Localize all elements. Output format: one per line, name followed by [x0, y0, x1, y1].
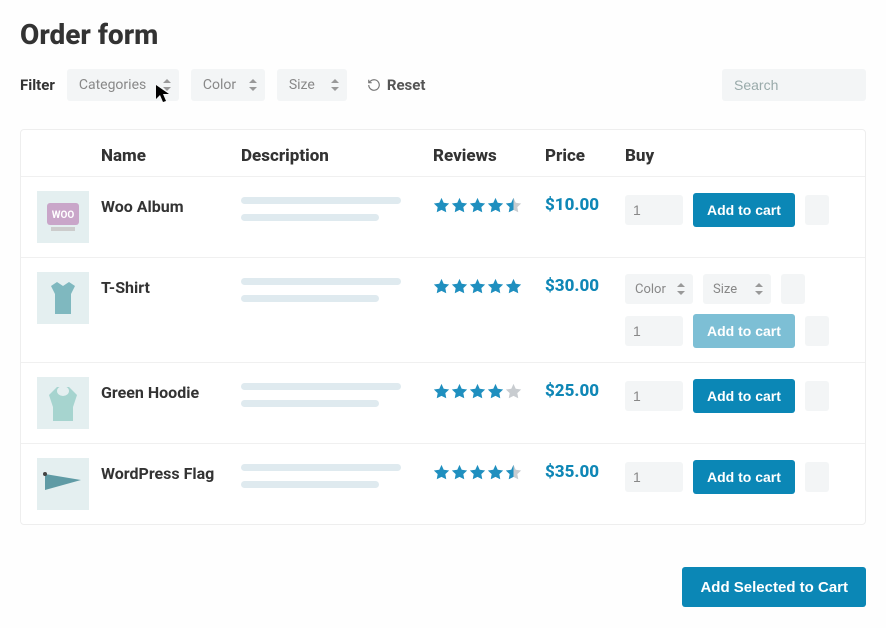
- buy-controls: Add to cart: [625, 458, 849, 494]
- column-description: Description: [241, 146, 433, 166]
- variant-color-text: Color: [635, 282, 666, 297]
- star-icon: [487, 383, 504, 400]
- product-price: $35.00: [545, 458, 625, 482]
- filter-size-text: Size: [289, 77, 315, 93]
- svg-text:WOO: WOO: [52, 210, 75, 221]
- product-thumb-icon: [37, 272, 89, 324]
- search-input[interactable]: [722, 69, 866, 101]
- filter-categories-select[interactable]: Categories: [67, 69, 179, 101]
- rating-stars: [433, 272, 545, 295]
- star-icon: [451, 383, 468, 400]
- star-icon: [433, 464, 450, 481]
- page-title: Order form: [20, 18, 866, 51]
- filter-categories-text: Categories: [79, 77, 146, 93]
- star-icon: [433, 278, 450, 295]
- column-price: Price: [545, 146, 625, 166]
- add-to-cart-button[interactable]: Add to cart: [693, 193, 795, 227]
- quantity-input[interactable]: [625, 462, 683, 492]
- table-header: Name Description Reviews Price Buy: [21, 130, 865, 176]
- product-description: [241, 272, 433, 312]
- star-icon: [469, 197, 486, 214]
- product-price: $10.00: [545, 191, 625, 215]
- star-icon: [469, 278, 486, 295]
- product-thumb-icon: [37, 377, 89, 429]
- filter-bar: Filter Categories Color Size Reset: [20, 69, 866, 101]
- star-icon: [505, 383, 522, 400]
- table-row: T-Shirt $30.00 Color Size Add to cart: [21, 257, 865, 362]
- star-icon: [487, 197, 504, 214]
- product-description: [241, 458, 433, 498]
- product-thumb-icon: [37, 458, 89, 510]
- rating-stars: [433, 458, 545, 481]
- add-to-cart-button[interactable]: Add to cart: [693, 460, 795, 494]
- caret-icon: [331, 79, 339, 91]
- star-icon: [505, 464, 522, 481]
- filter-size-select[interactable]: Size: [277, 69, 347, 101]
- star-icon: [433, 383, 450, 400]
- star-icon: [451, 464, 468, 481]
- reset-label: Reset: [387, 76, 426, 94]
- product-description: [241, 377, 433, 417]
- rating-stars: [433, 191, 545, 214]
- star-icon: [469, 383, 486, 400]
- rating-stars: [433, 377, 545, 400]
- product-table: Name Description Reviews Price Buy WOO W…: [20, 129, 866, 525]
- buy-controls: Add to cart: [625, 191, 849, 227]
- variant-color-select[interactable]: Color: [625, 274, 693, 304]
- variant-size-select[interactable]: Size: [703, 274, 771, 304]
- product-name[interactable]: T-Shirt: [101, 272, 241, 297]
- filter-color-text: Color: [203, 77, 236, 93]
- table-row: WordPress Flag $35.00 Add to cart: [21, 443, 865, 524]
- row-option[interactable]: [805, 195, 829, 225]
- quantity-input[interactable]: [625, 381, 683, 411]
- product-name[interactable]: Woo Album: [101, 191, 241, 216]
- buy-controls: Color Size Add to cart: [625, 272, 849, 348]
- caret-icon: [755, 283, 763, 295]
- undo-icon: [367, 78, 381, 92]
- product-description: [241, 191, 433, 231]
- table-row: WOO Woo Album $10.00 Add to cart: [21, 176, 865, 257]
- buy-controls: Add to cart: [625, 377, 849, 413]
- column-buy: Buy: [625, 146, 849, 166]
- star-icon: [487, 278, 504, 295]
- star-icon: [433, 197, 450, 214]
- quantity-input[interactable]: [625, 195, 683, 225]
- star-icon: [469, 464, 486, 481]
- quantity-input[interactable]: [625, 316, 683, 346]
- product-thumbnail[interactable]: [37, 458, 89, 510]
- filter-color-select[interactable]: Color: [191, 69, 265, 101]
- star-icon: [487, 464, 504, 481]
- table-row: Green Hoodie $25.00 Add to cart: [21, 362, 865, 443]
- product-thumbnail[interactable]: [37, 377, 89, 429]
- reset-button[interactable]: Reset: [367, 76, 426, 94]
- variant-size-text: Size: [713, 282, 737, 297]
- caret-icon: [163, 79, 171, 91]
- product-thumb-icon: WOO: [37, 191, 89, 243]
- filter-label: Filter: [20, 76, 55, 94]
- star-icon: [451, 278, 468, 295]
- star-icon: [451, 197, 468, 214]
- product-price: $30.00: [545, 272, 625, 296]
- row-option[interactable]: [805, 462, 829, 492]
- product-thumbnail[interactable]: WOO: [37, 191, 89, 243]
- row-option[interactable]: [805, 316, 829, 346]
- column-reviews: Reviews: [433, 146, 545, 166]
- product-price: $25.00: [545, 377, 625, 401]
- product-name[interactable]: WordPress Flag: [101, 458, 241, 483]
- product-thumbnail[interactable]: [37, 272, 89, 324]
- product-name[interactable]: Green Hoodie: [101, 377, 241, 402]
- star-icon: [505, 197, 522, 214]
- column-name: Name: [101, 146, 241, 166]
- caret-icon: [677, 283, 685, 295]
- star-icon: [505, 278, 522, 295]
- add-to-cart-button[interactable]: Add to cart: [693, 314, 795, 348]
- add-selected-to-cart-button[interactable]: Add Selected to Cart: [682, 567, 866, 607]
- variant-other[interactable]: [781, 274, 805, 304]
- footer: Add Selected to Cart: [0, 543, 886, 617]
- add-to-cart-button[interactable]: Add to cart: [693, 379, 795, 413]
- caret-icon: [249, 79, 257, 91]
- row-option[interactable]: [805, 381, 829, 411]
